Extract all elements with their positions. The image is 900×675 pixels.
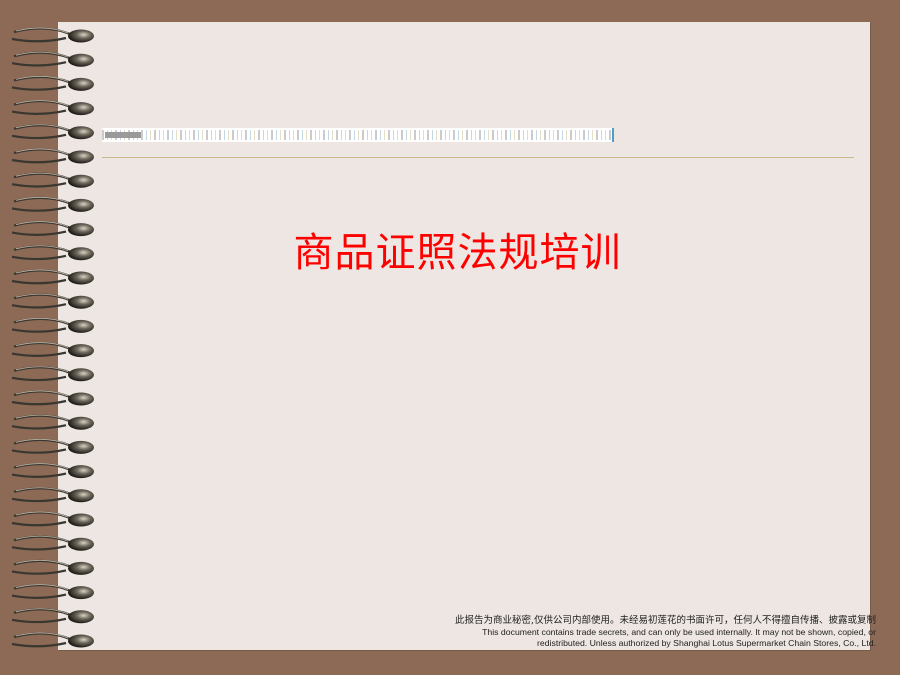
confidentiality-notice: 此报告为商业秘密,仅供公司内部使用。未经易初莲花的书面许可，任何人不得擅自传播、… xyxy=(406,615,876,649)
binding-ring xyxy=(68,465,94,479)
binding-ring xyxy=(68,368,94,382)
binding-ring xyxy=(68,174,94,188)
binding-ring xyxy=(68,392,94,406)
binding-ring xyxy=(68,513,94,527)
binding-ring xyxy=(68,198,94,212)
binding-ring xyxy=(68,634,94,648)
header-banner-strip xyxy=(102,128,614,142)
notice-line-english-2: redistributed. Unless authorized by Shan… xyxy=(537,638,876,648)
notice-line-chinese: 此报告为商业秘密,仅供公司内部使用。未经易初莲花的书面许可，任何人不得擅自传播、… xyxy=(454,615,876,626)
binding-ring xyxy=(68,537,94,551)
header-divider xyxy=(102,157,854,158)
binding-ring xyxy=(68,295,94,309)
binding-ring xyxy=(68,489,94,503)
slide-page xyxy=(58,22,870,650)
binding-ring xyxy=(68,102,94,116)
binding-ring xyxy=(68,586,94,600)
binding-ring xyxy=(68,126,94,140)
binding-ring xyxy=(68,416,94,430)
binding-ring xyxy=(68,440,94,454)
binding-ring xyxy=(68,77,94,91)
binding-ring xyxy=(68,223,94,237)
binding-ring xyxy=(68,53,94,67)
binding-ring xyxy=(68,271,94,285)
binding-ring xyxy=(68,247,94,261)
binding-ring xyxy=(68,319,94,333)
binding-ring xyxy=(68,150,94,164)
banner-pattern xyxy=(102,130,612,140)
notice-line-english-1: This document contains trade secrets, an… xyxy=(482,627,876,637)
binding-ring xyxy=(68,610,94,624)
binding-ring xyxy=(68,344,94,358)
binding-ring xyxy=(68,29,94,43)
binding-ring xyxy=(68,561,94,575)
spiral-binding-icon xyxy=(11,27,94,648)
banner-lead-mark xyxy=(105,132,141,138)
slide-title: 商品证照法规培训 xyxy=(293,230,622,276)
